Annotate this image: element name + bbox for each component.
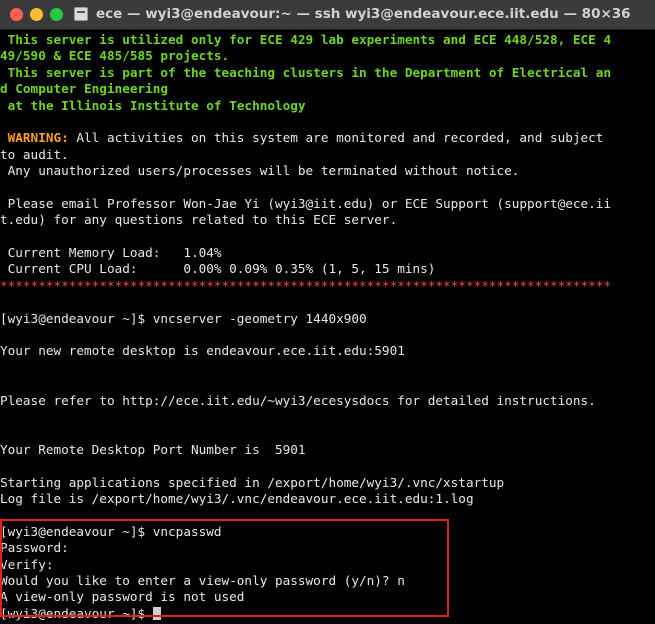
window-title: ece — wyi3@endeavour:~ — ssh wyi3@endeav… bbox=[96, 6, 631, 22]
highlight-box bbox=[0, 519, 449, 617]
title-bar[interactable]: ece — wyi3@endeavour:~ — ssh wyi3@endeav… bbox=[0, 0, 655, 30]
warning-text: All activities on this system are monito… bbox=[68, 130, 604, 146]
banner-line: d Computer Engineering bbox=[0, 81, 169, 97]
terminal-window: ece — wyi3@endeavour:~ — ssh wyi3@endeav… bbox=[0, 0, 655, 624]
terminal-icon bbox=[74, 7, 88, 21]
separator-line: ****************************************… bbox=[0, 277, 612, 293]
contact-line: Please email Professor Won-Jae Yi (wyi3@… bbox=[0, 195, 612, 211]
cpu-load: Current CPU Load: 0.00% 0.09% 0.35% (1, … bbox=[0, 261, 436, 277]
output-line: Your new remote desktop is endeavour.ece… bbox=[0, 343, 405, 359]
output-line: Log file is /export/home/wyi3/.vnc/endea… bbox=[0, 490, 474, 506]
warning-line: to audit. bbox=[0, 146, 69, 162]
zoom-button[interactable] bbox=[50, 8, 63, 21]
banner-line: This server is part of the teaching clus… bbox=[0, 64, 612, 80]
output-line: Please refer to http://ece.iit.edu/~wyi3… bbox=[0, 392, 596, 408]
warning-label: WARNING: bbox=[0, 130, 69, 146]
output-line: Starting applications specified in /expo… bbox=[0, 474, 505, 490]
banner-line: This server is utilized only for ECE 429… bbox=[0, 32, 612, 47]
warning-line: Any unauthorized users/processes will be… bbox=[0, 163, 520, 179]
banner-line: at the Illinois Institute of Technology bbox=[0, 97, 306, 113]
memory-load: Current Memory Load: 1.04% bbox=[0, 245, 222, 261]
output-line: Your Remote Desktop Port Number is 5901 bbox=[0, 441, 306, 457]
close-button[interactable] bbox=[10, 8, 23, 21]
minimize-button[interactable] bbox=[30, 8, 43, 21]
banner-line: 49/590 & ECE 485/585 projects. bbox=[0, 48, 230, 64]
warning-line: WARNING: All activities on this system a… bbox=[0, 130, 655, 146]
contact-line: t.edu) for any questions related to this… bbox=[0, 212, 398, 228]
command-line: [wyi3@endeavour ~]$ vncserver -geometry … bbox=[0, 310, 367, 326]
